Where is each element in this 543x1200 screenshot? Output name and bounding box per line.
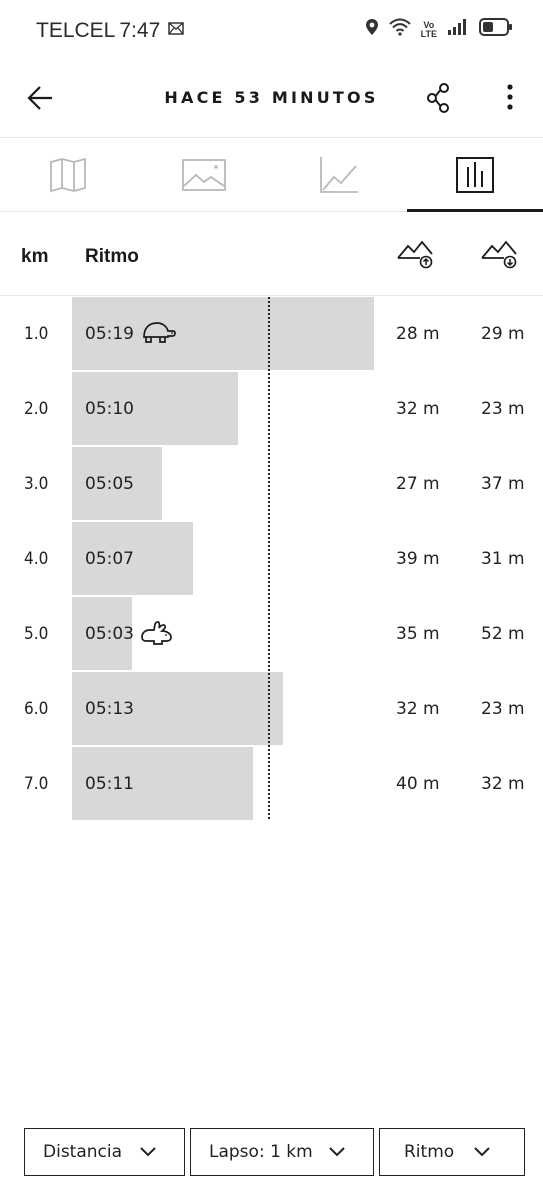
split-row: 6.0 05:13 32 m 23 m — [0, 672, 543, 745]
descent-icon — [480, 238, 520, 275]
battery-icon — [479, 18, 513, 41]
back-button[interactable] — [22, 78, 62, 118]
signal-icon — [447, 18, 469, 41]
status-right: Vo LTE — [365, 18, 513, 41]
column-header-km: km — [21, 246, 49, 267]
lap-dropdown[interactable]: Lapso: 1 km — [190, 1128, 374, 1176]
split-km: 5.0 — [24, 624, 49, 644]
app-header: HACE 53 MINUTOS — [0, 62, 543, 138]
clock: 7:47 — [119, 19, 161, 42]
carrier-label: TELCEL — [36, 19, 116, 42]
filter-bar: Distancia Lapso: 1 km Ritmo — [0, 1128, 543, 1176]
split-row: 7.0 05:11 40 m 32 m — [0, 747, 543, 820]
view-tabs — [0, 138, 543, 212]
distance-dropdown[interactable]: Distancia — [24, 1128, 185, 1176]
wifi-icon — [388, 18, 411, 41]
status-bar: TELCEL 7:47 Vo LTE — [0, 0, 543, 62]
split-descent: 23 m — [481, 399, 525, 419]
tab-photos[interactable] — [136, 138, 272, 211]
map-icon — [49, 157, 86, 192]
split-ascent: 27 m — [396, 474, 440, 494]
tab-map[interactable] — [0, 138, 136, 211]
more-vertical-icon — [507, 84, 513, 110]
location-icon — [365, 18, 379, 41]
split-pace: 05:13 — [85, 699, 134, 719]
split-ascent: 28 m — [396, 324, 440, 344]
split-row: 5.0 05:03 35 m 52 m — [0, 597, 543, 670]
split-ascent: 35 m — [396, 624, 440, 644]
split-km: 6.0 — [24, 699, 49, 719]
arrow-left-icon — [27, 86, 52, 110]
split-descent: 31 m — [481, 549, 525, 569]
split-pace: 05:19 — [85, 324, 134, 344]
split-pace: 05:05 — [85, 474, 134, 494]
bar-chart-icon — [456, 156, 495, 193]
split-pace: 05:03 — [85, 624, 134, 644]
split-descent: 37 m — [481, 474, 525, 494]
split-row: 4.0 05:07 39 m 31 m — [0, 522, 543, 595]
volte-indicator: Vo LTE — [420, 20, 437, 39]
split-row: 1.0 05:19 28 m 29 m — [0, 297, 543, 370]
split-km: 7.0 — [24, 774, 49, 794]
volte-bottom-label: LTE — [420, 28, 437, 39]
split-ascent: 39 m — [396, 549, 440, 569]
metric-dropdown[interactable]: Ritmo — [379, 1128, 525, 1176]
chevron-down-icon — [328, 1145, 346, 1163]
lap-dropdown-label: Lapso: 1 km — [209, 1142, 313, 1162]
split-ascent: 32 m — [396, 699, 440, 719]
split-descent: 29 m — [481, 324, 525, 344]
split-km: 2.0 — [24, 399, 49, 419]
share-button[interactable] — [424, 80, 454, 116]
split-row: 2.0 05:10 32 m 23 m — [0, 372, 543, 445]
split-row: 3.0 05:05 27 m 37 m — [0, 447, 543, 520]
chevron-down-icon — [473, 1145, 491, 1163]
rabbit-icon — [140, 619, 176, 652]
status-left: TELCEL 7:47 — [36, 19, 184, 43]
image-icon — [181, 158, 226, 191]
split-pace: 05:11 — [85, 774, 134, 794]
tab-graph[interactable] — [272, 138, 408, 211]
share-icon — [427, 83, 449, 113]
turtle-icon — [140, 319, 176, 350]
tab-splits[interactable] — [407, 138, 543, 212]
more-options-button[interactable] — [498, 80, 522, 116]
metric-dropdown-label: Ritmo — [404, 1142, 455, 1162]
split-km: 3.0 — [24, 474, 49, 494]
distance-dropdown-label: Distancia — [43, 1142, 123, 1162]
split-km: 1.0 — [24, 324, 49, 344]
splits-table-header: km Ritmo — [0, 212, 543, 296]
column-header-pace: Ritmo — [85, 246, 139, 267]
page-title: HACE 53 MINUTOS — [164, 88, 379, 107]
average-pace-line — [268, 297, 270, 819]
chevron-down-icon — [139, 1145, 157, 1163]
split-pace: 05:10 — [85, 399, 134, 419]
split-descent: 52 m — [481, 624, 525, 644]
split-km: 4.0 — [24, 549, 49, 569]
mail-icon — [168, 22, 184, 40]
split-ascent: 32 m — [396, 399, 440, 419]
line-chart-icon — [320, 156, 359, 193]
split-descent: 23 m — [481, 699, 525, 719]
ascent-icon — [396, 238, 436, 275]
split-descent: 32 m — [481, 774, 525, 794]
split-ascent: 40 m — [396, 774, 440, 794]
split-pace: 05:07 — [85, 549, 134, 569]
